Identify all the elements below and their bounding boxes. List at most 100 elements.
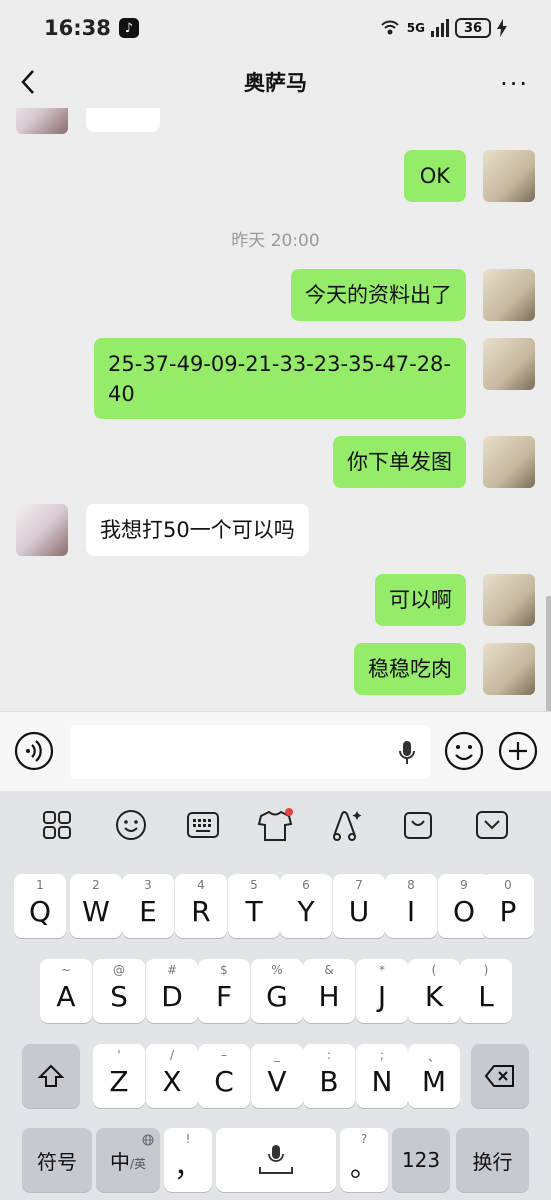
my-avatar[interactable] — [483, 150, 535, 202]
voice-message-icon[interactable] — [14, 731, 54, 771]
numbers-key[interactable]: 123 — [392, 1128, 450, 1192]
key-label: Y — [297, 894, 315, 928]
chevron-left-icon[interactable] — [18, 68, 38, 96]
enter-label: 换行 — [472, 1149, 513, 1174]
clipboard-bag-icon[interactable] — [400, 807, 436, 843]
comma-key[interactable]: !， — [164, 1128, 212, 1192]
key-g[interactable]: % G — [251, 959, 303, 1023]
key-l[interactable]: ) L — [460, 959, 512, 1023]
key-hint: 6 — [302, 878, 310, 892]
message-bubble[interactable]: 25-37-49-09-21-33-23-35-47-28-40 — [94, 338, 466, 419]
key-hint: ? — [360, 1132, 368, 1146]
enter-key[interactable]: 换行 — [456, 1128, 529, 1192]
key-hint: 、 — [427, 1050, 440, 1064]
emoji-keyboard-icon[interactable] — [113, 807, 149, 843]
key-label: Z — [109, 1064, 129, 1098]
key-y[interactable]: 6Y — [280, 874, 332, 938]
message-list[interactable]: OK 昨天 20:00 今天的资料出了 25-37-49-09-21-33-23… — [0, 108, 551, 711]
key-label: U — [348, 894, 370, 928]
key-label: L — [478, 979, 494, 1013]
key-m[interactable]: 、 M — [408, 1044, 460, 1108]
key-label: 。 — [349, 1150, 378, 1183]
contact-avatar[interactable] — [16, 108, 68, 134]
key-label: I — [406, 894, 416, 928]
battery-level: 36 — [463, 20, 483, 36]
input-bar — [0, 711, 551, 791]
language-switch-key[interactable]: 中/英 — [96, 1128, 160, 1192]
add-icon[interactable] — [498, 731, 538, 771]
key-x[interactable]: / X — [146, 1044, 198, 1108]
my-avatar[interactable] — [483, 574, 535, 626]
key-hint: 3 — [144, 878, 152, 892]
message-timestamp: 昨天 20:00 — [231, 231, 320, 251]
message-input[interactable] — [70, 725, 430, 779]
key-b[interactable]: :B — [303, 1044, 355, 1108]
theme-shirt-icon[interactable] — [257, 807, 293, 843]
key-label: O — [452, 894, 476, 928]
more-dots-icon[interactable]: ··· — [500, 70, 529, 98]
my-avatar[interactable] — [483, 269, 535, 321]
key-hint: ~ — [60, 963, 72, 977]
ai-assistant-icon[interactable] — [328, 807, 364, 843]
message-bubble[interactable]: 可以啊 — [375, 574, 466, 626]
key-label: A — [56, 979, 76, 1013]
key-w[interactable]: 2W — [70, 874, 122, 938]
key-a[interactable]: ~ A — [40, 959, 92, 1023]
key-hint: @ — [113, 963, 125, 977]
key-hint: % — [271, 963, 283, 977]
key-h[interactable]: & H — [303, 959, 355, 1023]
key-hint: 5 — [250, 878, 258, 892]
key-j[interactable]: * J — [356, 959, 408, 1023]
key-label: M — [421, 1064, 447, 1098]
tiktok-icon: ♪ — [118, 18, 139, 38]
key-label: H — [318, 979, 340, 1013]
keyboard-icon[interactable] — [185, 807, 221, 843]
key-label: P — [499, 894, 517, 928]
emoji-icon[interactable] — [444, 731, 484, 771]
key-q[interactable]: 1Q — [14, 874, 66, 938]
scrollbar[interactable] — [546, 596, 551, 711]
key-k[interactable]: (K — [408, 959, 460, 1023]
key-t[interactable]: 5T — [228, 874, 280, 938]
message-bubble[interactable]: 今天的资料出了 — [291, 269, 466, 321]
collapse-keyboard-icon[interactable] — [474, 807, 510, 843]
my-avatar[interactable] — [483, 338, 535, 390]
keyboard: 1Q 2W 3E 4R 5T 6Y 7U 8I 9O 0P ~ A @ S # D $… — [0, 791, 551, 1200]
numbers-label: 123 — [401, 1148, 441, 1172]
key-label: C — [214, 1064, 234, 1098]
backspace-icon — [484, 1065, 514, 1087]
key-c[interactable]: – C — [198, 1044, 250, 1108]
key-p[interactable]: 0P — [482, 874, 534, 938]
key-n[interactable]: ; N — [356, 1044, 408, 1108]
key-r[interactable]: 4R — [175, 874, 227, 938]
key-label: R — [191, 894, 211, 928]
key-d[interactable]: # D — [146, 959, 198, 1023]
backspace-key[interactable] — [471, 1044, 529, 1108]
key-u[interactable]: 7U — [333, 874, 385, 938]
symbols-key[interactable]: 符号 — [22, 1128, 92, 1192]
status-time: 16:38 — [44, 16, 111, 40]
key-v[interactable]: _ V — [251, 1044, 303, 1108]
globe-icon — [142, 1134, 154, 1146]
shift-key[interactable] — [22, 1044, 80, 1108]
message-bubble[interactable]: OK — [403, 150, 466, 202]
message-bubble[interactable]: 你下单发图 — [333, 436, 466, 488]
lang-sub-label: /英 — [129, 1156, 147, 1171]
message-bubble[interactable]: 我想打50一个可以吗 — [86, 504, 309, 556]
key-z[interactable]: ' Z — [93, 1044, 145, 1108]
my-avatar[interactable] — [483, 436, 535, 488]
key-label: T — [245, 894, 263, 928]
microphone-icon[interactable] — [398, 740, 416, 766]
apps-grid-icon[interactable] — [39, 807, 75, 843]
space-key[interactable] — [216, 1128, 336, 1192]
key-e[interactable]: 3E — [122, 874, 174, 938]
key-hint: * — [379, 963, 385, 977]
message-bubble[interactable]: 稳稳吃肉 — [354, 643, 466, 695]
key-f[interactable]: $ F — [198, 959, 250, 1023]
period-key[interactable]: ?。 — [340, 1128, 388, 1192]
key-label: G — [266, 979, 288, 1013]
contact-avatar[interactable] — [16, 504, 68, 556]
key-s[interactable]: @ S — [93, 959, 145, 1023]
my-avatar[interactable] — [483, 643, 535, 695]
key-i[interactable]: 8I — [385, 874, 437, 938]
